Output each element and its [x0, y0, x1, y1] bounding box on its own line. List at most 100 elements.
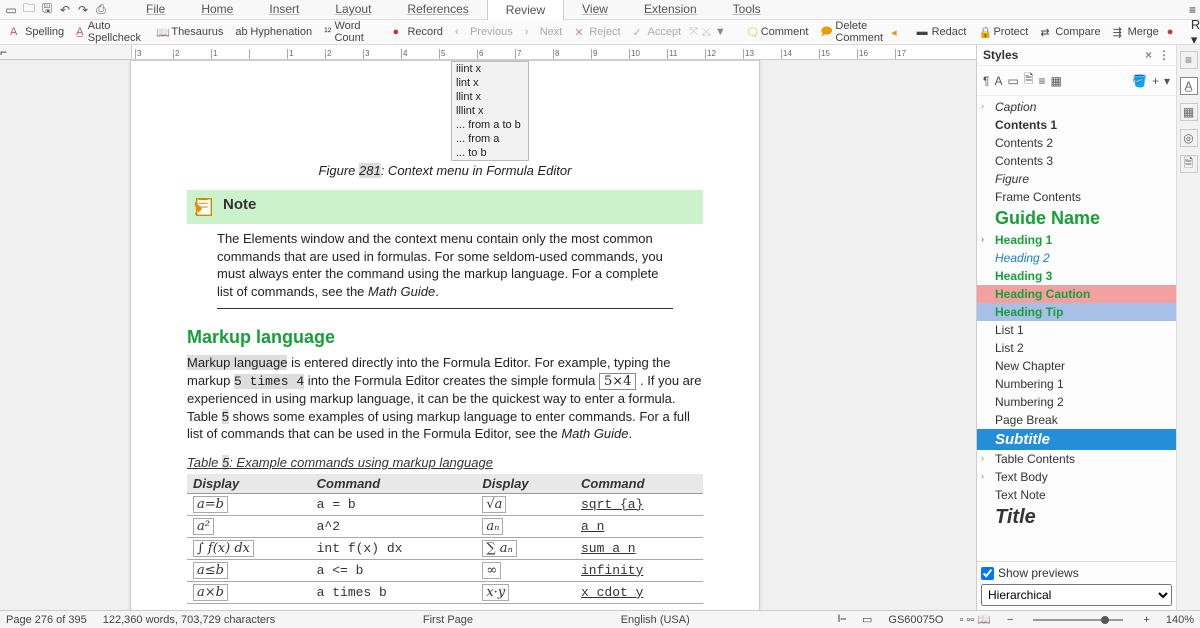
- context-menu-item[interactable]: ... from a: [452, 132, 528, 146]
- menu-home[interactable]: Home: [183, 0, 251, 20]
- panel-menu-icon[interactable]: ⋮: [1158, 48, 1170, 62]
- reject-all-icon[interactable]: ⤧: [689, 26, 698, 38]
- context-menu-item[interactable]: iiint x: [452, 62, 528, 76]
- merge-button[interactable]: ⇶Merge: [1109, 24, 1163, 40]
- style-item[interactable]: Subtitle: [977, 429, 1176, 450]
- folder-icon[interactable]: 🗀: [22, 3, 36, 17]
- thesaurus-button[interactable]: 📖Thesaurus: [152, 24, 227, 40]
- context-menu-item[interactable]: lllint x: [452, 104, 528, 118]
- menu-extension[interactable]: Extension: [626, 0, 715, 20]
- status-selection-mode[interactable]: ▭: [862, 613, 872, 626]
- menu-tools[interactable]: Tools: [715, 0, 779, 20]
- styles-list[interactable]: ›CaptionContents 1Contents 2Contents 3Fi…: [977, 96, 1176, 561]
- style-menu-icon[interactable]: ▾: [1164, 74, 1170, 88]
- menu-hamburger[interactable]: ≡: [1189, 3, 1196, 17]
- spelling-button[interactable]: ASpelling: [6, 24, 68, 40]
- page[interactable]: iiint xlint xllint xlllint x... from a t…: [130, 60, 760, 610]
- status-insert-mode[interactable]: I⎯: [837, 613, 846, 626]
- zoom-out-icon[interactable]: −: [1007, 614, 1013, 626]
- style-item[interactable]: Numbering 1: [977, 375, 1176, 393]
- menu-file[interactable]: File: [128, 0, 183, 20]
- gallery-tab[interactable]: ▦: [1180, 103, 1198, 121]
- char-style-icon[interactable]: A: [994, 74, 1002, 88]
- menu-review[interactable]: Review: [487, 0, 564, 20]
- rec-dot-icon[interactable]: ●: [1167, 26, 1177, 38]
- hyphenation-button[interactable]: abHyphenation: [231, 24, 316, 40]
- style-item[interactable]: ›Text Body: [977, 468, 1176, 486]
- print-icon[interactable]: ⎙: [94, 3, 108, 17]
- style-item[interactable]: Numbering 2: [977, 393, 1176, 411]
- next-button[interactable]: ›Next: [521, 24, 567, 40]
- status-pagestyle[interactable]: First Page: [423, 614, 473, 626]
- record-button[interactable]: ●Record: [388, 24, 446, 40]
- menu-references[interactable]: References: [389, 0, 486, 20]
- open-icon[interactable]: ▭: [4, 3, 18, 17]
- filter-icon[interactable]: ▼: [715, 26, 726, 38]
- context-menu-item[interactable]: ... from a to b: [452, 118, 528, 132]
- style-item[interactable]: Heading Tip: [977, 303, 1176, 321]
- reject-button[interactable]: ✕Reject: [570, 24, 624, 40]
- prev-comment-icon[interactable]: ◂: [891, 26, 897, 38]
- para-style-icon[interactable]: ¶: [983, 74, 989, 88]
- zoom-slider[interactable]: [1033, 619, 1123, 621]
- style-item[interactable]: List 2: [977, 339, 1176, 357]
- table-style-icon[interactable]: ▦: [1050, 74, 1061, 88]
- prev-button[interactable]: ‹Previous: [451, 24, 517, 40]
- protect-button[interactable]: 🔒Protect: [974, 24, 1032, 40]
- style-item[interactable]: Contents 1: [977, 116, 1176, 134]
- autospell-button[interactable]: A̲Auto Spellcheck: [72, 18, 148, 46]
- fill-format-icon[interactable]: 🪣: [1132, 74, 1147, 88]
- status-page[interactable]: Page 276 of 395: [6, 614, 87, 626]
- comment-button[interactable]: 🗨Comment: [742, 24, 813, 40]
- style-item[interactable]: Text Note: [977, 486, 1176, 504]
- wordcount-button[interactable]: ¹²Word Count: [320, 18, 372, 46]
- style-item[interactable]: ›Heading 1: [977, 231, 1176, 249]
- menu-insert[interactable]: Insert: [251, 0, 317, 20]
- delete-comment-button[interactable]: 🗩Delete Comment: [816, 18, 887, 46]
- style-item[interactable]: Contents 3: [977, 152, 1176, 170]
- status-signature[interactable]: GS60075O: [888, 614, 943, 626]
- style-item[interactable]: Page Break: [977, 411, 1176, 429]
- style-item[interactable]: ›Table Contents: [977, 450, 1176, 468]
- style-item[interactable]: Guide Name: [977, 206, 1176, 231]
- properties-tab[interactable]: ≡: [1180, 51, 1198, 69]
- style-item[interactable]: Title: [977, 504, 1176, 531]
- style-item[interactable]: Frame Contents: [977, 188, 1176, 206]
- zoom-in-icon[interactable]: +: [1143, 614, 1149, 626]
- context-menu-item[interactable]: lint x: [452, 76, 528, 90]
- menu-layout[interactable]: Layout: [317, 0, 389, 20]
- close-icon[interactable]: ×: [1145, 48, 1152, 62]
- style-item[interactable]: Heading Caution: [977, 285, 1176, 303]
- new-style-icon[interactable]: +: [1152, 74, 1159, 88]
- accept-all-icon[interactable]: ⤩: [702, 26, 711, 38]
- undo-icon[interactable]: ↶: [58, 3, 72, 17]
- menu-view[interactable]: View: [564, 0, 626, 20]
- style-item[interactable]: List 1: [977, 321, 1176, 339]
- page-tab[interactable]: 🗎: [1180, 155, 1198, 173]
- show-previews-checkbox[interactable]: Show previews: [981, 566, 1172, 580]
- context-menu-item[interactable]: ... to b: [452, 146, 528, 160]
- review-dropdown[interactable]: Review ▾: [1191, 17, 1200, 48]
- status-wordcount[interactable]: 122,360 words, 703,729 characters: [103, 614, 275, 626]
- style-item[interactable]: New Chapter: [977, 357, 1176, 375]
- style-item[interactable]: Contents 2: [977, 134, 1176, 152]
- style-filter-select[interactable]: Hierarchical: [981, 584, 1172, 606]
- context-menu-item[interactable]: llint x: [452, 90, 528, 104]
- style-item[interactable]: Figure: [977, 170, 1176, 188]
- save-icon[interactable]: 🖫: [40, 3, 54, 17]
- redact-button[interactable]: ▬Redact: [913, 24, 971, 40]
- styles-tab[interactable]: A̲: [1180, 77, 1198, 95]
- frame-style-icon[interactable]: ▭: [1007, 74, 1018, 88]
- zoom-level[interactable]: 140%: [1166, 614, 1194, 626]
- view-layout-icons[interactable]: ▫ ▫▫ 📖: [959, 613, 991, 626]
- navigator-tab[interactable]: ◎: [1180, 129, 1198, 147]
- list-style-icon[interactable]: ≡: [1038, 74, 1045, 88]
- style-item[interactable]: Heading 3: [977, 267, 1176, 285]
- status-language[interactable]: English (USA): [621, 614, 690, 626]
- style-item[interactable]: ›Caption: [977, 98, 1176, 116]
- redo-icon[interactable]: ↷: [76, 3, 90, 17]
- page-style-icon[interactable]: 🗎: [1024, 70, 1034, 91]
- style-item[interactable]: Heading 2: [977, 249, 1176, 267]
- compare-button[interactable]: ⇄Compare: [1036, 24, 1104, 40]
- accept-button[interactable]: ✓Accept: [629, 24, 686, 40]
